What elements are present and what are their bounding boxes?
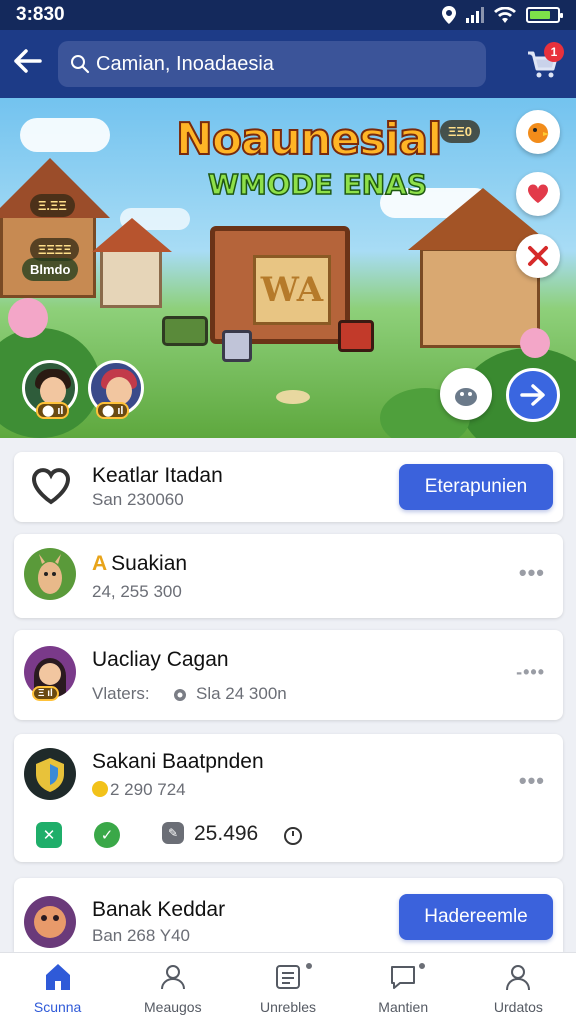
path-stone — [276, 390, 310, 404]
item-title: A Suakian — [92, 552, 187, 576]
bird-icon — [528, 123, 549, 143]
action-button[interactable]: Eterapunien — [399, 464, 553, 510]
battery-icon — [526, 7, 563, 23]
stat-value: 25.496 — [194, 822, 259, 845]
item-thumbnail — [24, 548, 76, 600]
nav-item-home[interactable]: Scunna — [0, 953, 115, 1024]
crate-label: WA — [253, 255, 331, 325]
item-thumbnail — [24, 748, 76, 800]
location-icon — [442, 6, 456, 24]
edit-icon[interactable]: ✎ — [162, 822, 184, 844]
chat-icon — [391, 966, 416, 989]
search-input[interactable] — [96, 52, 456, 76]
wifi-icon — [494, 7, 516, 23]
gear-icon — [174, 689, 186, 701]
more-options-icon[interactable]: ••• — [519, 560, 545, 586]
status-time: 3:830 — [16, 4, 65, 25]
item-title: Uacliay Cagan — [92, 648, 229, 671]
back-arrow-icon[interactable] — [14, 47, 58, 81]
item-subtitle: 24, 255 300 — [92, 582, 182, 601]
nav-label: Unrebles — [259, 999, 317, 1015]
search-icon — [71, 55, 90, 74]
nav-item-profile[interactable]: Urdatos — [461, 953, 576, 1024]
item-title: Keatlar Itadan — [92, 464, 223, 487]
item-subtitle-value: Sla 24 300n — [196, 684, 287, 703]
search-bar[interactable] — [58, 41, 486, 87]
arrow-right-icon — [520, 384, 545, 406]
list-item[interactable]: Banak Keddar Ban 268 Y40 Hadereemle — [14, 878, 563, 952]
next-arrow-button[interactable] — [506, 368, 560, 422]
cart-toy-left — [162, 316, 208, 346]
cart-toy-middle — [222, 330, 252, 362]
gift-button[interactable] — [516, 172, 560, 216]
home-icon — [45, 964, 70, 990]
nav-label: Urdatos — [493, 999, 543, 1015]
shield-icon — [36, 758, 64, 792]
cart-button[interactable]: 1 — [522, 42, 564, 84]
list-item[interactable]: A Suakian 24, 255 300 ••• — [14, 534, 563, 618]
energy-pill: Blmdo — [22, 258, 79, 281]
status-icons — [442, 6, 563, 24]
item-title-text: Suakian — [111, 552, 188, 575]
top-app-bar: 1 — [0, 30, 576, 98]
banner-subtitle: WMODE ENAS — [207, 167, 428, 202]
item-title: Banak Keddar — [92, 898, 226, 921]
level-badge: Ξ ıl — [32, 686, 59, 701]
item-subtitle: San 230060 — [92, 490, 184, 509]
avatar-level-badge-2: ⬤ ıl — [96, 402, 130, 419]
item-subtitle: 2 290 724 — [110, 780, 186, 799]
cart-toy-right — [338, 320, 374, 352]
nav-item-groups[interactable]: Meaugos — [115, 953, 230, 1024]
reward-button[interactable] — [516, 110, 560, 154]
item-title: Sakani Baatpnden — [92, 750, 264, 773]
notification-dot — [303, 961, 314, 971]
list-item[interactable]: Keatlar Itadan San 230060 Eterapunien — [14, 452, 563, 522]
companion-button[interactable] — [440, 368, 492, 420]
coin-pill: Ξ.ΞΞ — [30, 194, 75, 217]
nav-label: Meaugos — [144, 999, 202, 1015]
item-title-prefix: A — [92, 552, 108, 575]
nav-item-chat[interactable]: Mantien — [346, 953, 461, 1024]
avatar-level-badge-1: ⬤ ıl — [36, 402, 70, 419]
share-icon[interactable]: ✕ — [36, 822, 62, 848]
more-options-icon[interactable]: -••• — [516, 662, 545, 683]
more-options-icon[interactable]: ••• — [519, 768, 545, 794]
action-button[interactable]: Hadereemle — [399, 894, 553, 940]
cancel-button[interactable] — [516, 234, 560, 278]
bottom-navigation: Scunna Meaugos Unrebles Mantien Urdatos — [0, 952, 576, 1024]
notification-dot — [416, 961, 427, 971]
score-pill: ΞΞ0 — [440, 120, 480, 143]
coin-icon — [92, 781, 108, 797]
item-thumbnail — [24, 896, 76, 948]
cart-badge: 1 — [544, 42, 564, 62]
heart-gift-icon — [527, 184, 549, 203]
nav-label: Scunna — [33, 999, 82, 1015]
nav-item-list[interactable]: Unrebles — [230, 953, 345, 1024]
banner-title: Noaunesial — [175, 113, 443, 166]
crate-illustration: WA — [210, 226, 350, 344]
list-item[interactable]: Sakani Baatpnden 2 290 724 ••• ✕ ✓ ✎ 25.… — [14, 734, 563, 862]
status-bar: 3:830 — [0, 0, 576, 30]
nav-label: Mantien — [378, 999, 429, 1015]
timer-icon — [284, 827, 302, 845]
group-icon — [160, 965, 185, 990]
person-icon — [506, 965, 531, 991]
list-icon — [276, 965, 300, 989]
creature-icon — [455, 388, 477, 406]
llama-icon — [38, 554, 62, 594]
promo-banner[interactable]: Noaunesial WMODE ENAS WA Ξ.ΞΞ ΞΞΞΞ Blmdo… — [0, 98, 576, 438]
item-subtitle-label: Vlaters: — [92, 684, 150, 703]
check-icon[interactable]: ✓ — [94, 822, 120, 848]
heart-icon[interactable] — [30, 466, 72, 511]
close-icon — [528, 246, 548, 266]
item-subtitle: Ban 268 Y40 — [92, 926, 190, 945]
list-item[interactable]: Ξ ıl Uacliay Cagan Vlaters: Sla 24 300n … — [14, 630, 563, 720]
signal-icon — [466, 7, 484, 23]
creature-portrait-icon — [34, 906, 66, 938]
